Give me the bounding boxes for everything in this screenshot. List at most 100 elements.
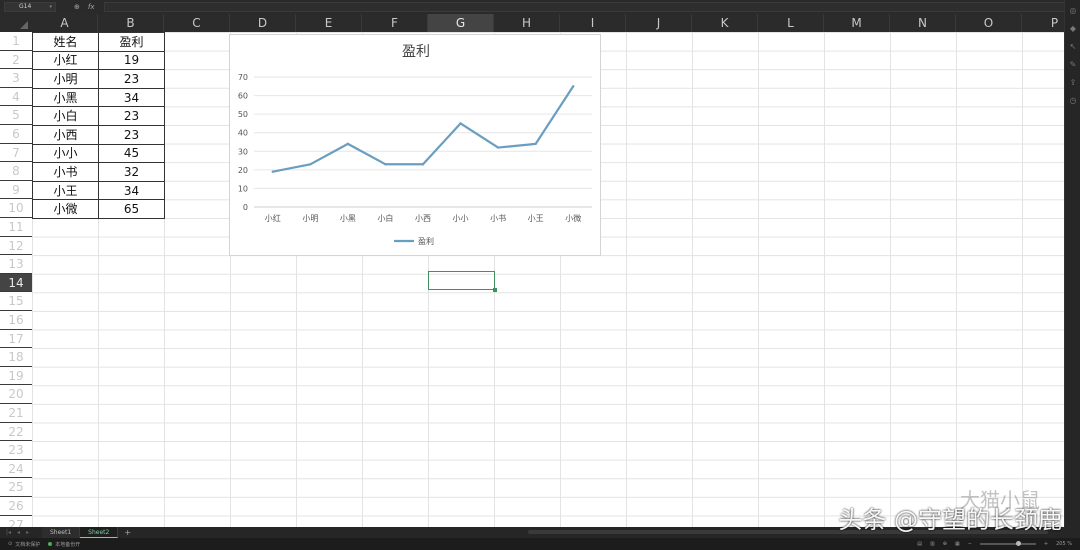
row-header-20[interactable]: 20 — [0, 385, 32, 404]
row-header-23[interactable]: 23 — [0, 441, 32, 460]
header-cell[interactable]: 姓名 — [32, 32, 99, 52]
chevron-down-icon[interactable]: ▾ — [49, 3, 52, 11]
column-header-o[interactable]: O — [956, 14, 1022, 32]
row-header-27[interactable]: 27 — [0, 516, 32, 527]
table-cell[interactable]: 23 — [98, 106, 165, 126]
next-sheet-icon[interactable]: ▸ — [26, 529, 29, 536]
row-header-26[interactable]: 26 — [0, 497, 32, 516]
tab-sheet1[interactable]: Sheet1 — [42, 527, 81, 538]
column-header-e[interactable]: E — [296, 14, 362, 32]
column-header-d[interactable]: D — [230, 14, 296, 32]
row-header-11[interactable]: 11 — [0, 218, 32, 237]
style-icon[interactable]: ◎ — [1065, 4, 1080, 18]
table-row: 小西 23 — [32, 124, 165, 145]
column-header-m[interactable]: M — [824, 14, 890, 32]
column-header-i[interactable]: I — [560, 14, 626, 32]
tab-sheet2[interactable]: Sheet2 — [80, 527, 119, 538]
table-cell[interactable]: 小明 — [32, 69, 99, 89]
y-tick-label: 20 — [238, 166, 248, 175]
row-header-12[interactable]: 12 — [0, 237, 32, 256]
column-header-b[interactable]: B — [98, 14, 164, 32]
row-header-17[interactable]: 17 — [0, 330, 32, 349]
row-header-3[interactable]: 3 — [0, 69, 32, 88]
row-header-18[interactable]: 18 — [0, 348, 32, 367]
backup-status[interactable]: 本地备份开 — [48, 541, 80, 548]
reading-view-icon[interactable]: ▦ — [955, 541, 960, 547]
table-cell[interactable]: 23 — [98, 69, 165, 89]
row-header-4[interactable]: 4 — [0, 88, 32, 107]
row-header-21[interactable]: 21 — [0, 404, 32, 423]
row-header-2[interactable]: 2 — [0, 51, 32, 70]
formula-input[interactable] — [104, 2, 1074, 12]
column-header-k[interactable]: K — [692, 14, 758, 32]
row-header-25[interactable]: 25 — [0, 478, 32, 497]
table-cell[interactable]: 65 — [98, 199, 165, 219]
column-header-g[interactable]: G — [428, 14, 494, 32]
column-header-a[interactable]: A — [32, 14, 98, 32]
table-cell[interactable]: 小西 — [32, 124, 99, 145]
column-header-j[interactable]: J — [626, 14, 692, 32]
zoom-in-icon[interactable]: + — [1044, 541, 1048, 547]
row-header-19[interactable]: 19 — [0, 367, 32, 386]
row-header-16[interactable]: 16 — [0, 311, 32, 330]
row-header-14[interactable]: 14 — [0, 273, 32, 293]
table-cell[interactable]: 45 — [98, 143, 165, 164]
row-header-6[interactable]: 6 — [0, 125, 32, 144]
row-header-15[interactable]: 15 — [0, 292, 32, 311]
row-header-10[interactable]: 10 — [0, 199, 32, 218]
header-cell[interactable]: 盈利 — [98, 32, 165, 52]
table-cell[interactable]: 19 — [98, 50, 165, 71]
row-header-24[interactable]: 24 — [0, 460, 32, 479]
row-header-22[interactable]: 22 — [0, 423, 32, 442]
fx-label[interactable]: fx — [88, 3, 95, 11]
first-sheet-icon[interactable]: |◂ — [6, 529, 11, 536]
zoom-out-icon[interactable]: − — [968, 541, 972, 547]
table-cell[interactable]: 小书 — [32, 162, 99, 182]
prev-sheet-icon[interactable]: ◂ — [17, 529, 20, 536]
column-header-l[interactable]: L — [758, 14, 824, 32]
add-sheet-button[interactable]: + — [124, 528, 131, 537]
select-icon[interactable]: ↖ — [1065, 40, 1080, 54]
name-box[interactable]: G14 ▾ — [4, 2, 56, 12]
table-cell[interactable]: 小白 — [32, 106, 99, 126]
normal-view-icon[interactable]: ▤ — [917, 541, 922, 547]
table-cell[interactable]: 32 — [98, 162, 165, 182]
column-header-n[interactable]: N — [890, 14, 956, 32]
select-all-corner[interactable] — [0, 14, 32, 32]
active-cell-g14[interactable] — [428, 271, 497, 292]
x-tick-label: 小西 — [415, 214, 431, 223]
zoom-level[interactable]: 205 % — [1056, 541, 1072, 547]
table-cell[interactable]: 小微 — [32, 199, 99, 219]
y-tick-label: 50 — [238, 110, 248, 119]
protect-status[interactable]: ⊙ 文档未保护 — [8, 541, 40, 548]
line-chart[interactable]: 盈利 0 10 20 30 40 50 60 70 小红 小明 小黑 小白 小西 小小 小书 小王 小微 盈利 — [229, 34, 601, 256]
web-view-icon[interactable]: ⊕ — [943, 541, 947, 547]
table-cell[interactable]: 23 — [98, 124, 165, 145]
fill-handle[interactable] — [493, 288, 497, 292]
column-header-c[interactable]: C — [164, 14, 230, 32]
share-icon[interactable]: ⇪ — [1065, 76, 1080, 90]
backup-status-text: 本地备份开 — [55, 541, 81, 548]
column-header-h[interactable]: H — [494, 14, 560, 32]
row-header-1[interactable]: 1 — [0, 32, 32, 51]
row-header-7[interactable]: 7 — [0, 144, 32, 163]
column-header-p[interactable]: P — [1022, 14, 1064, 32]
edit-icon[interactable]: ✎ — [1065, 58, 1080, 72]
shape-icon[interactable]: ◆ — [1065, 22, 1080, 36]
history-icon[interactable]: ◷ — [1065, 94, 1080, 108]
table-cell[interactable]: 小红 — [32, 50, 99, 71]
row-header-13[interactable]: 13 — [0, 255, 32, 274]
column-header-f[interactable]: F — [362, 14, 428, 32]
row-header-5[interactable]: 5 — [0, 106, 32, 125]
row-header-9[interactable]: 9 — [0, 181, 32, 200]
zoom-slider[interactable] — [979, 541, 1036, 546]
table-cell[interactable]: 小黑 — [32, 87, 99, 108]
table-cell[interactable]: 34 — [98, 87, 165, 108]
table-cell[interactable]: 小小 — [32, 143, 99, 164]
zoom-icon[interactable]: ⊕ — [74, 3, 80, 11]
page-layout-icon[interactable]: ▥ — [930, 541, 935, 547]
data-point — [421, 163, 425, 166]
table-cell[interactable]: 34 — [98, 180, 165, 201]
row-header-8[interactable]: 8 — [0, 162, 32, 181]
table-cell[interactable]: 小王 — [32, 180, 99, 201]
